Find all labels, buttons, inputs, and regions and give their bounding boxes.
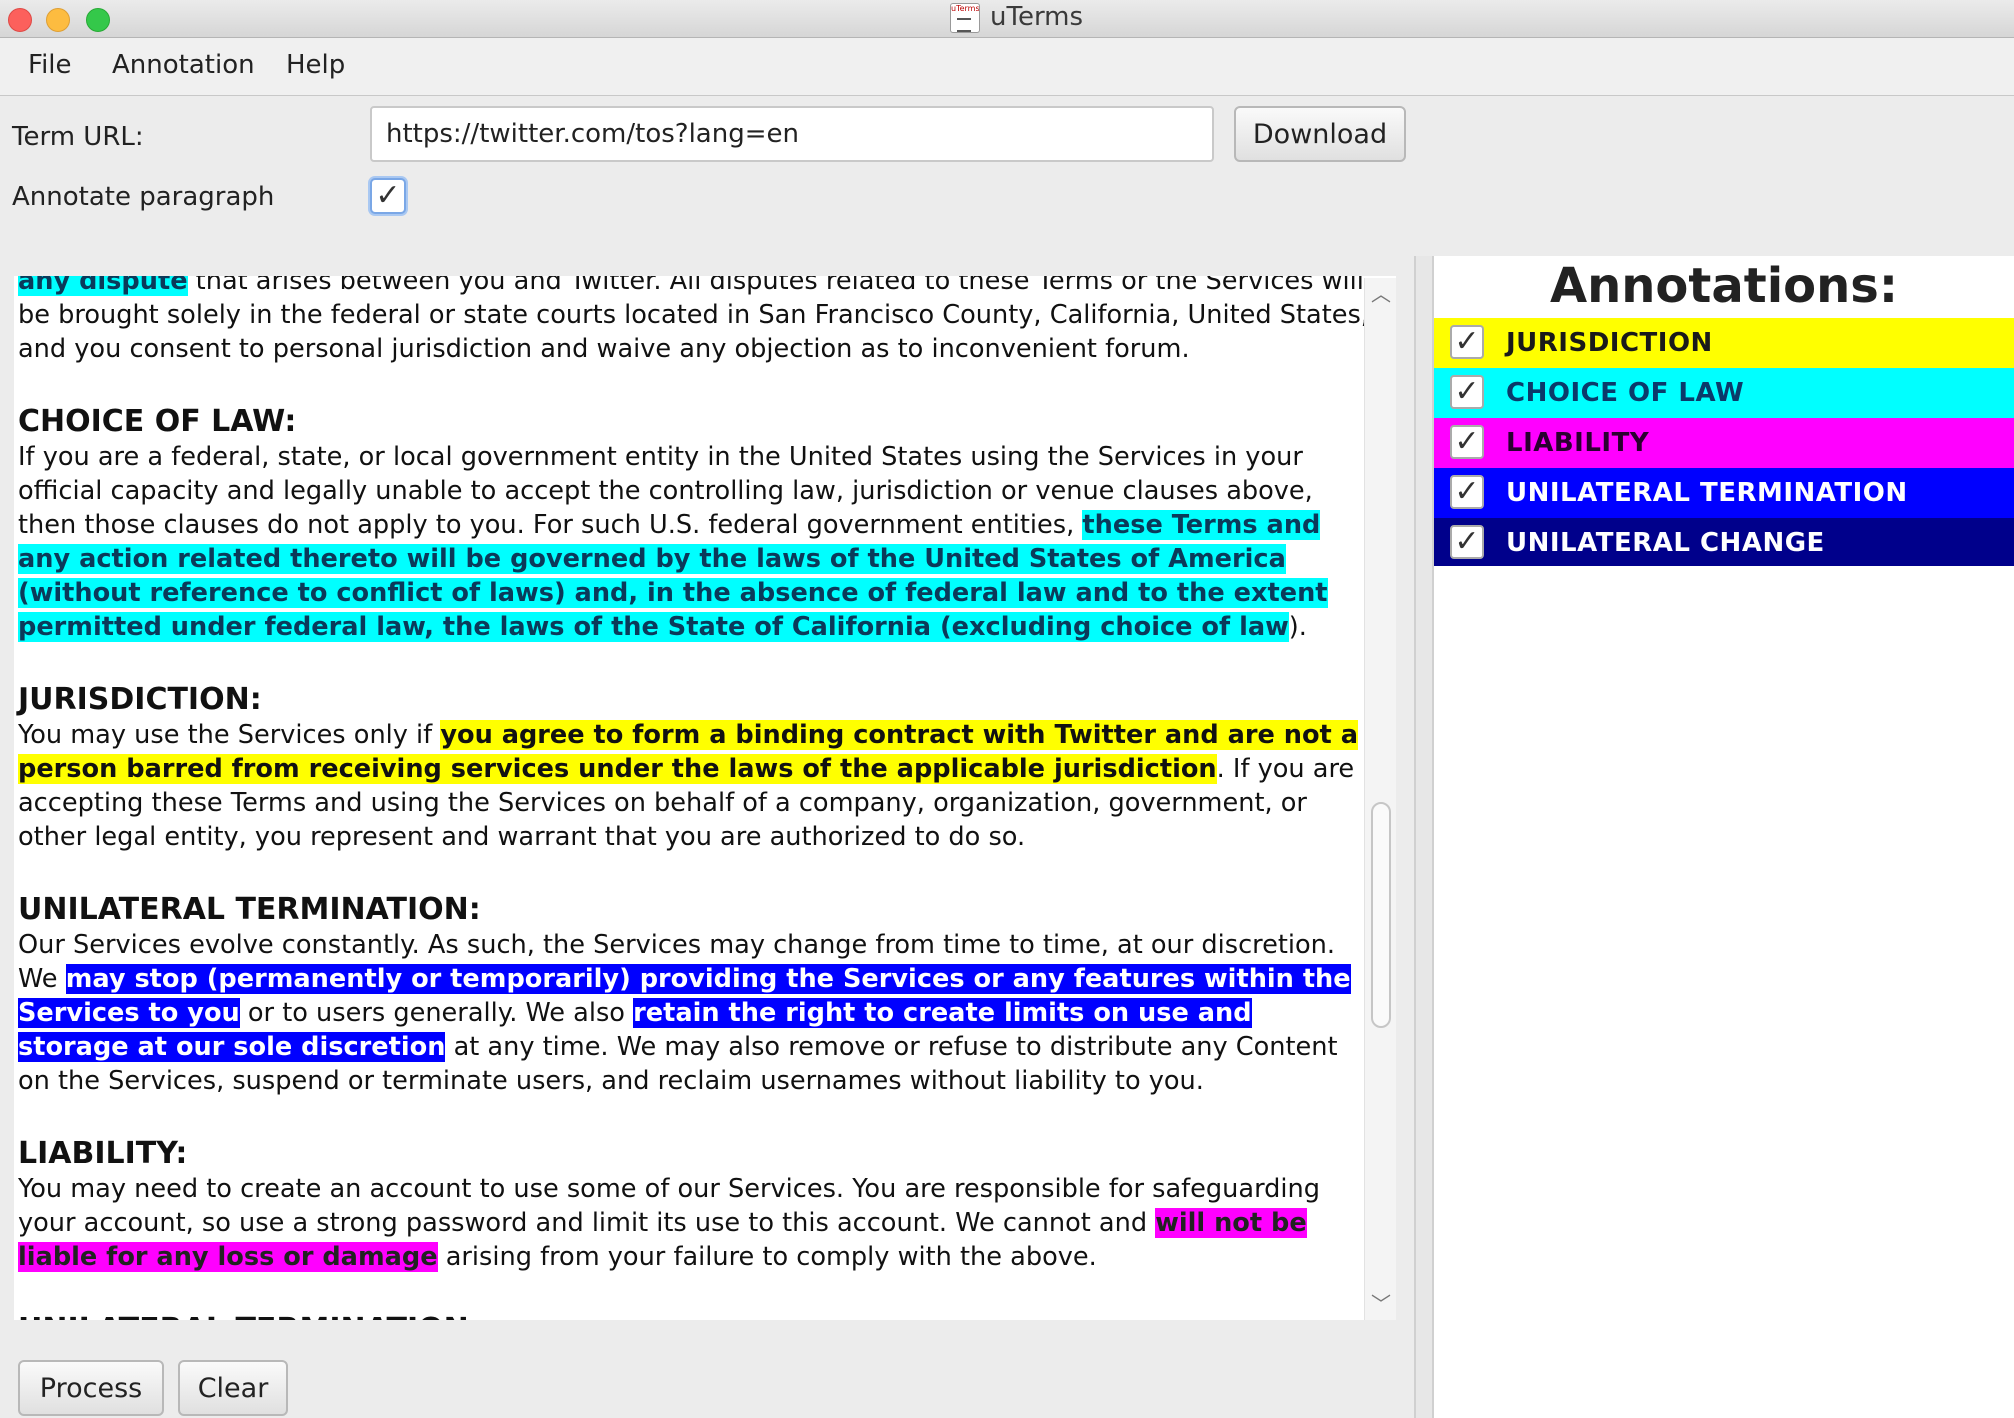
heading-next-section: UNILATERAL TERMINATION: <box>18 1312 1370 1320</box>
annotation-row-jurisdiction[interactable]: ✓ JURISDICTION <box>1434 318 2014 368</box>
app-icon: uTerms <box>950 3 980 33</box>
annotation-label: JURISDICTION <box>1506 328 1713 358</box>
menu-annotation[interactable]: Annotation <box>112 50 255 80</box>
paragraph-text: arising from your failure to comply with… <box>437 1242 1097 1272</box>
heading-choice-of-law: CHOICE OF LAW: <box>18 404 297 439</box>
annotations-panel: Annotations: ✓ JURISDICTION ✓ CHOICE OF LAW… <box>1434 256 2014 1418</box>
annotate-paragraph-checkbox[interactable]: ✓ <box>370 178 406 214</box>
term-url-label: Term URL: <box>12 122 144 152</box>
terms-document: any dispute that arises between you and … <box>18 276 1370 1320</box>
paragraph-text: that arises between you and Twitter. All… <box>18 276 1369 364</box>
scroll-down-arrow-icon[interactable]: ﹀ <box>1369 1294 1393 1314</box>
menu-bar: File Annotation Help <box>0 38 2014 96</box>
menu-file[interactable]: File <box>28 50 72 80</box>
highlight-choice-of-law: any dispute <box>18 276 188 296</box>
annotation-label: CHOICE OF LAW <box>1506 378 1745 408</box>
paragraph-choice-of-law: If you are a federal, state, or local go… <box>18 440 1370 644</box>
split-pane-divider[interactable] <box>1414 256 1434 1418</box>
annotation-checkbox[interactable]: ✓ <box>1450 425 1484 459</box>
annotation-label: UNILATERAL TERMINATION <box>1506 478 1908 508</box>
annotation-checkbox[interactable]: ✓ <box>1450 375 1484 409</box>
annotation-checkbox[interactable]: ✓ <box>1450 475 1484 509</box>
terms-text-area[interactable]: any dispute that arises between you and … <box>14 276 1396 1320</box>
paragraph-liability: You may need to create an account to use… <box>18 1172 1370 1274</box>
paragraph-forum: any dispute that arises between you and … <box>18 276 1370 366</box>
process-button[interactable]: Process <box>18 1360 164 1416</box>
title-bar: uTerms uTerms <box>0 0 2014 38</box>
app-window: uTerms uTerms File Annotation Help Term … <box>0 0 2014 1418</box>
annotation-label: UNILATERAL CHANGE <box>1506 528 1825 558</box>
paragraph-jurisdiction: You may use the Services only if you agr… <box>18 718 1370 854</box>
minimize-window-button[interactable] <box>46 8 70 32</box>
zoom-window-button[interactable] <box>86 8 110 32</box>
annotation-checkbox[interactable]: ✓ <box>1450 325 1484 359</box>
clear-button[interactable]: Clear <box>178 1360 288 1416</box>
annotation-row-unilateral-change[interactable]: ✓ UNILATERAL CHANGE <box>1434 518 2014 566</box>
paragraph-text: You may use the Services only if <box>18 720 441 750</box>
annotations-title: Annotations: <box>1549 258 1899 314</box>
annotation-checkbox[interactable]: ✓ <box>1450 525 1484 559</box>
annotation-row-liability[interactable]: ✓ LIABILITY <box>1434 418 2014 468</box>
paragraph-text: or to users generally. We also <box>239 998 634 1028</box>
annotation-row-choice-of-law[interactable]: ✓ CHOICE OF LAW <box>1434 368 2014 418</box>
heading-jurisdiction: JURISDICTION: <box>18 682 262 717</box>
window-title: uTerms <box>990 2 1084 32</box>
heading-liability: LIABILITY: <box>18 1136 188 1171</box>
paragraph-text: You may need to create an account to use… <box>18 1174 1320 1238</box>
paragraph-text: ). <box>1288 612 1307 642</box>
scroll-thumb[interactable] <box>1371 802 1391 1028</box>
app-icon-text: uTerms <box>951 4 980 13</box>
term-url-input[interactable] <box>370 106 1214 162</box>
download-button[interactable]: Download <box>1234 106 1406 162</box>
close-window-button[interactable] <box>8 8 32 32</box>
text-vertical-scrollbar[interactable]: ︿ ﹀ <box>1364 278 1396 1320</box>
menu-help[interactable]: Help <box>286 50 345 80</box>
annotation-row-unilateral-termination[interactable]: ✓ UNILATERAL TERMINATION <box>1434 468 2014 518</box>
annotation-label: LIABILITY <box>1506 428 1650 458</box>
heading-unilateral-termination: UNILATERAL TERMINATION: <box>18 892 481 927</box>
annotate-paragraph-label: Annotate paragraph <box>12 182 275 212</box>
scroll-up-arrow-icon[interactable]: ︿ <box>1369 284 1393 304</box>
paragraph-unilateral-termination: Our Services evolve constantly. As such,… <box>18 928 1370 1098</box>
